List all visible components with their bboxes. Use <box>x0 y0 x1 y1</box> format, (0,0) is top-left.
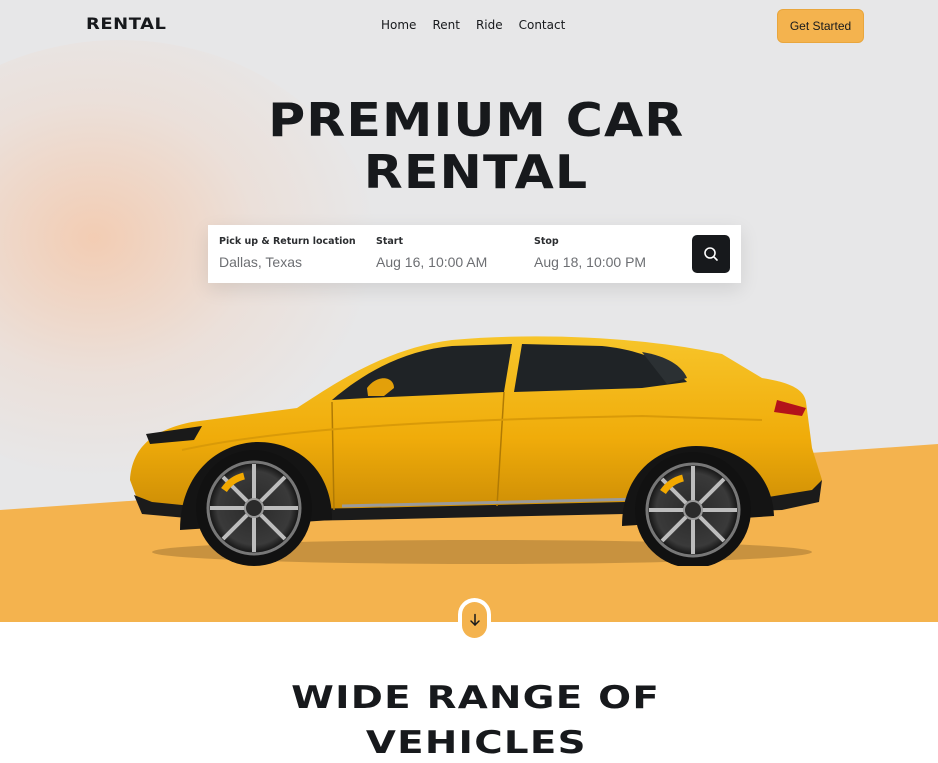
stop-label: Stop <box>534 236 559 247</box>
nav-link-home[interactable]: Home <box>381 18 416 32</box>
nav-link-ride[interactable]: Ride <box>476 18 503 32</box>
rear-wheel <box>635 452 751 566</box>
nav-menu: Home Rent Ride Contact <box>381 18 581 32</box>
front-wheel <box>196 450 312 566</box>
stop-value[interactable]: Aug 18, 10:00 PM <box>534 254 646 270</box>
start-value[interactable]: Aug 16, 10:00 AM <box>376 254 487 270</box>
hero-title: PREMIUM CAR RENTAL <box>0 94 938 198</box>
section-title-line1: WIDE RANGE OF <box>291 680 661 716</box>
scroll-down-inner <box>462 602 487 638</box>
search-icon <box>704 247 718 261</box>
start-field[interactable]: Start Aug 16, 10:00 AM <box>376 236 487 270</box>
car-image <box>130 336 822 566</box>
scroll-down-button[interactable] <box>458 598 491 642</box>
start-label: Start <box>376 236 404 247</box>
logo[interactable]: RENTAL <box>86 14 167 33</box>
section-title-line2: VEHICLES <box>365 725 587 761</box>
location-label: Pick up & Return location <box>219 236 356 247</box>
hero-section: RENTAL Home Rent Ride Contact Get Starte… <box>0 0 938 622</box>
search-bar: Pick up & Return location Dallas, Texas … <box>208 225 741 283</box>
hero-title-line2: RENTAL <box>364 145 589 199</box>
top-nav: RENTAL Home Rent Ride Contact Get Starte… <box>0 0 938 52</box>
nav-link-rent[interactable]: Rent <box>432 18 460 32</box>
location-value[interactable]: Dallas, Texas <box>219 254 356 270</box>
hero-title-line1: PREMIUM CAR <box>268 93 685 147</box>
section-title: WIDE RANGE OF VEHICLES <box>0 676 938 763</box>
nav-link-contact[interactable]: Contact <box>519 18 566 32</box>
get-started-button[interactable]: Get Started <box>777 9 864 43</box>
arrow-down-icon <box>469 613 480 626</box>
location-field[interactable]: Pick up & Return location Dallas, Texas <box>219 236 356 270</box>
stop-field[interactable]: Stop Aug 18, 10:00 PM <box>534 236 646 270</box>
search-button[interactable] <box>692 235 730 273</box>
